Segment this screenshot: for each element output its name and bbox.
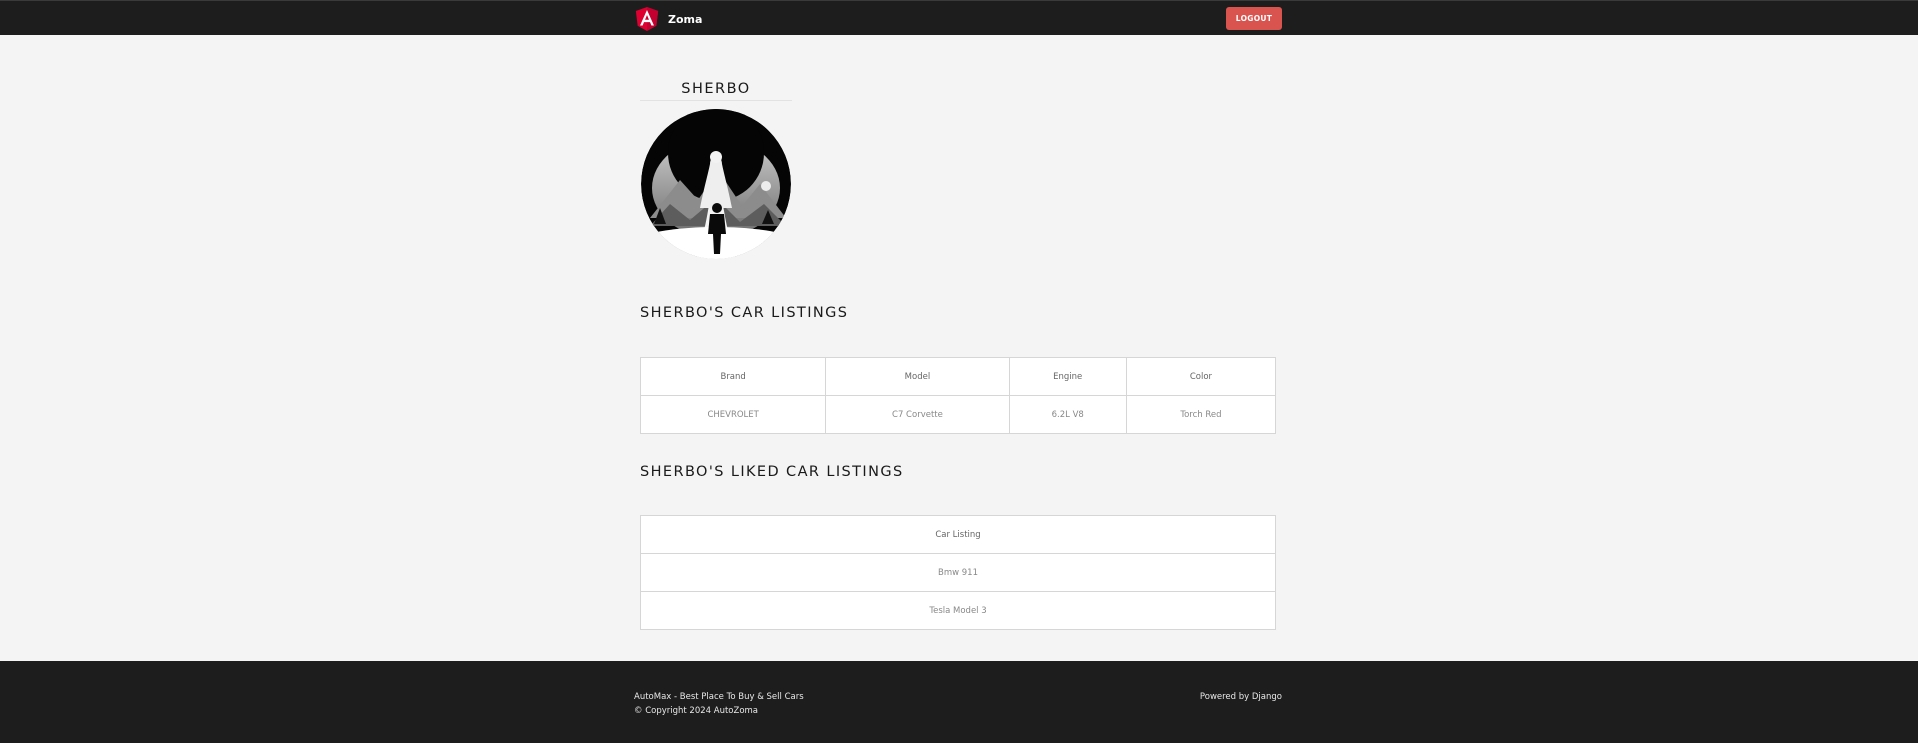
footer-powered-by: Powered by Django (1200, 692, 1282, 702)
profile-avatar (641, 109, 791, 259)
table-row[interactable]: Tesla Model 3 (640, 591, 1276, 630)
footer: AutoMax - Best Place To Buy & Sell Cars … (0, 661, 1918, 743)
car-listings-title: SHERBO'S CAR LISTINGS (640, 305, 849, 321)
table-row[interactable]: Bmw 911 (640, 553, 1276, 592)
column-header-brand: Brand (639, 357, 827, 396)
footer-container: AutoMax - Best Place To Buy & Sell Cars … (634, 661, 1282, 743)
cell-car-listing[interactable]: Tesla Model 3 (640, 591, 1276, 630)
angular-logo-icon (635, 7, 659, 31)
cell-model: C7 Corvette (825, 395, 1010, 434)
logout-button[interactable]: LOGOUT (1226, 7, 1282, 30)
footer-tagline: AutoMax - Best Place To Buy & Sell Cars (634, 692, 804, 702)
divider (640, 100, 792, 101)
table-header-row: Car Listing (640, 515, 1276, 554)
cell-color: Torch Red (1125, 395, 1277, 434)
liked-listings-title: SHERBO'S LIKED CAR LISTINGS (640, 464, 904, 480)
column-header-color: Color (1125, 357, 1277, 396)
profile-username: SHERBO (681, 81, 751, 97)
powered-by-text: Powered by (1199, 692, 1250, 702)
table-row[interactable]: CHEVROLET C7 Corvette 6.2L V8 Torch Red (639, 395, 1277, 434)
brand-link[interactable]: Zoma (634, 6, 702, 32)
column-header-engine: Engine (1008, 357, 1127, 396)
car-listings-table: Brand Model Engine Color CHEVROLET C7 Co… (639, 357, 1277, 434)
column-header-car-listing: Car Listing (640, 515, 1276, 554)
navbar: Zoma LOGOUT (0, 0, 1918, 35)
column-header-model: Model (825, 357, 1010, 396)
liked-listings-table: Car Listing Bmw 911 Tesla Model 3 (640, 515, 1276, 630)
navbar-container: Zoma LOGOUT (634, 1, 1282, 36)
django-link[interactable]: Django (1252, 692, 1282, 702)
cell-brand: CHEVROLET (639, 395, 827, 434)
cell-car-listing[interactable]: Bmw 911 (640, 553, 1276, 592)
brand-name: Zoma (668, 12, 703, 26)
cell-engine: 6.2L V8 (1008, 395, 1127, 434)
footer-copyright: © Copyright 2024 AutoZoma (634, 706, 759, 716)
table-header-row: Brand Model Engine Color (639, 357, 1277, 396)
